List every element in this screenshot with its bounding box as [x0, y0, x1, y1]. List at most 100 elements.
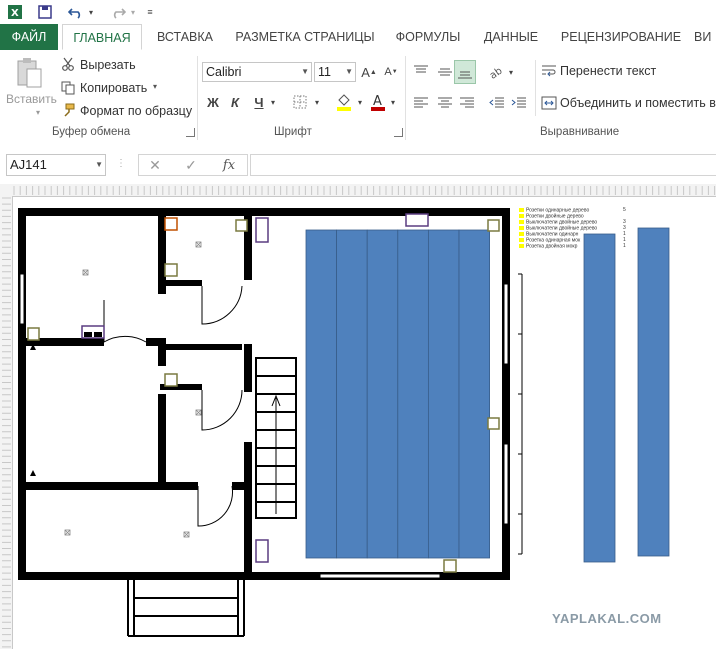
borders-dropdown-icon[interactable]: ▾ — [312, 94, 322, 110]
formula-bar: AJ141 ▼ ⋮ ✕ ✓ fx — [0, 144, 716, 184]
blue-panel[interactable] — [458, 229, 491, 559]
align-left-icon[interactable] — [410, 92, 432, 114]
check-icon[interactable]: ✓ — [182, 156, 200, 174]
decrease-font-size-icon[interactable]: A ▼ — [382, 62, 400, 82]
tab-home[interactable]: ГЛАВНАЯ — [62, 24, 142, 50]
save-icon[interactable] — [36, 3, 54, 21]
ribbon: Вставить ▾ Вырезать Копировать ▾ Формат … — [0, 50, 716, 145]
cut-button[interactable]: Вырезать — [80, 58, 136, 72]
undo-dropdown-icon[interactable]: ▾ — [86, 3, 96, 21]
increase-indent-icon[interactable] — [508, 92, 530, 114]
porch-steps — [127, 578, 245, 637]
ribbon-tabs: ФАЙЛ ГЛАВНАЯ ВСТАВКА РАЗМЕТКА СТРАНИЦЫ Ф… — [0, 24, 716, 51]
ruler — [518, 273, 523, 555]
bold-button[interactable]: Ж — [204, 92, 222, 112]
legend-swatch — [519, 244, 524, 248]
blue-panels — [305, 227, 670, 563]
align-top-icon[interactable] — [410, 60, 432, 84]
increase-font-size-icon[interactable]: A ▲ — [360, 62, 378, 82]
tab-data[interactable]: ДАННЫЕ — [476, 24, 546, 50]
clipboard-launcher-icon[interactable] — [186, 128, 195, 137]
formula-input[interactable] — [250, 154, 716, 176]
redo-icon[interactable] — [108, 3, 128, 21]
blue-panel[interactable] — [583, 233, 616, 563]
align-bottom-icon[interactable] — [454, 60, 476, 84]
fill-color-icon[interactable] — [334, 90, 354, 114]
group-separator — [405, 56, 406, 140]
paste-icon[interactable] — [10, 56, 48, 90]
legend-swatch — [519, 214, 524, 218]
legend-count: 5 — [623, 207, 626, 213]
blue-panel[interactable] — [637, 227, 670, 557]
clipboard-group-label: Буфер обмена — [52, 126, 131, 138]
redo-dropdown-icon[interactable]: ▾ — [128, 3, 138, 21]
wrap-text-button[interactable]: Перенести текст — [560, 64, 656, 78]
paste-button[interactable]: Вставить — [6, 92, 57, 106]
chevron-down-icon: ▼ — [345, 67, 353, 76]
legend-count: 1 — [623, 243, 626, 249]
cut-icon[interactable] — [60, 56, 76, 72]
font-color-dropdown-icon[interactable]: ▾ — [388, 94, 398, 110]
align-right-icon[interactable] — [456, 92, 478, 114]
customize-qat-icon[interactable]: ≡ — [144, 3, 156, 21]
copy-dropdown-icon[interactable]: ▾ — [153, 82, 157, 91]
font-size-select[interactable]: 11 ▼ — [314, 62, 356, 82]
wrap-text-icon[interactable] — [540, 62, 558, 80]
paste-dropdown-icon[interactable]: ▾ — [36, 108, 40, 117]
insert-function-button[interactable]: fx — [218, 156, 240, 174]
format-painter-button[interactable]: Формат по образцу — [80, 104, 192, 118]
legend-swatch — [519, 208, 524, 212]
legend-item: Розетка двойная мокр 1 — [519, 243, 626, 250]
orientation-dropdown-icon[interactable]: ▾ — [506, 64, 516, 80]
blue-panel[interactable] — [366, 229, 399, 559]
blue-panel[interactable] — [397, 229, 429, 559]
svg-text:A: A — [373, 94, 382, 109]
tab-file[interactable]: ФАЙЛ — [0, 24, 58, 50]
font-launcher-icon[interactable] — [394, 128, 403, 137]
italic-button[interactable]: К — [226, 92, 244, 112]
blue-panel[interactable] — [336, 229, 368, 559]
blue-panel[interactable] — [305, 229, 338, 559]
tab-view[interactable]: ВИ — [694, 24, 716, 50]
legend-label: Розетка двойная мокр — [526, 243, 578, 250]
interior-walls — [18, 214, 252, 576]
borders-icon[interactable] — [290, 92, 310, 112]
align-middle-icon[interactable] — [434, 60, 456, 84]
format-painter-icon[interactable] — [60, 102, 76, 118]
chevron-down-icon: ▼ — [95, 160, 103, 169]
triangle-markers — [30, 344, 36, 476]
excel-logo-icon: X — [6, 3, 24, 21]
row-ticks — [2, 197, 11, 648]
undo-icon[interactable] — [66, 3, 86, 21]
name-box[interactable]: AJ141 ▼ — [6, 154, 106, 176]
column-ticks — [13, 186, 716, 195]
tab-page-layout[interactable]: РАЗМЕТКА СТРАНИЦЫ — [230, 24, 380, 50]
merge-center-button[interactable]: Объединить и поместить в ц — [560, 96, 716, 110]
tab-insert[interactable]: ВСТАВКА — [150, 24, 220, 50]
align-center-icon[interactable] — [434, 92, 456, 114]
fill-color-dropdown-icon[interactable]: ▾ — [355, 94, 365, 110]
font-family-select[interactable]: Calibri ▼ — [202, 62, 312, 82]
group-separator — [535, 60, 536, 116]
floor-plan-drawing[interactable] — [0, 184, 716, 649]
decrease-indent-icon[interactable] — [486, 92, 508, 114]
legend-swatch — [519, 226, 524, 230]
copy-icon[interactable] — [60, 80, 76, 96]
underline-dropdown-icon[interactable]: ▾ — [268, 94, 278, 110]
underline-button[interactable]: Ч — [250, 92, 268, 112]
font-group-label: Шрифт — [274, 126, 312, 138]
watermark: YAPLAKAL.COM — [552, 611, 662, 626]
orientation-icon[interactable]: ab — [486, 60, 506, 84]
copy-button[interactable]: Копировать — [80, 81, 147, 95]
tab-review[interactable]: РЕЦЕНЗИРОВАНИЕ — [556, 24, 686, 50]
merge-center-icon[interactable] — [540, 94, 558, 112]
cancel-icon[interactable]: ✕ — [146, 156, 164, 174]
blue-panel[interactable] — [427, 229, 460, 559]
quick-access-toolbar: X ▾ ▾ ≡ — [0, 0, 716, 24]
font-color-icon[interactable]: A — [368, 90, 388, 114]
group-separator — [197, 56, 198, 140]
legend-swatch — [519, 220, 524, 224]
chevron-down-icon: ▼ — [301, 67, 309, 76]
alignment-group-label: Выравнивание — [540, 126, 620, 138]
tab-formulas[interactable]: ФОРМУЛЫ — [388, 24, 468, 50]
